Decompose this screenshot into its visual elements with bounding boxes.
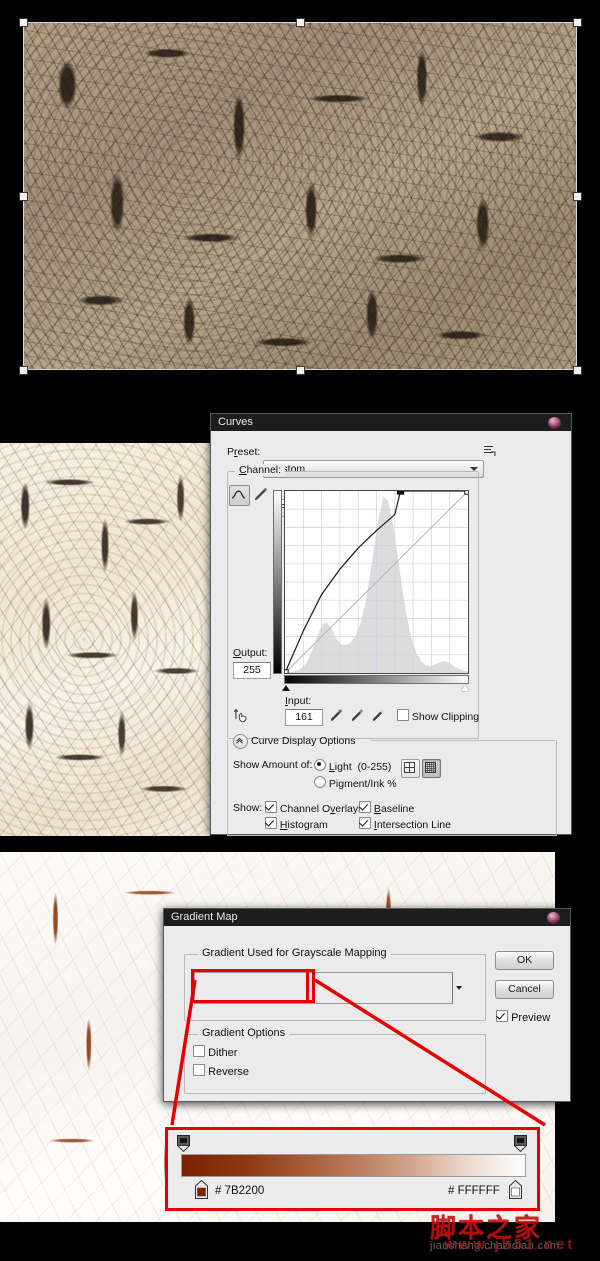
dialog-sphere-icon <box>548 417 561 429</box>
transform-handle-br[interactable] <box>573 366 582 375</box>
input-ramp <box>284 675 469 684</box>
transform-handle-mr[interactable] <box>573 192 582 201</box>
preset-label: Preset: <box>227 446 261 458</box>
show-clipping-box[interactable] <box>397 709 409 721</box>
channel-overlays-label: Channel Overlays <box>279 803 364 815</box>
set-white-point-eyedropper[interactable] <box>370 707 387 724</box>
histogram-box[interactable] <box>265 817 277 829</box>
dialog-sphere-icon <box>547 912 560 924</box>
show-amount-of-label: Show Amount of: <box>233 759 313 771</box>
gradient-picker-dropdown[interactable] <box>452 972 466 1004</box>
transform-bounding-box[interactable] <box>23 22 577 370</box>
transform-handle-ml[interactable] <box>19 192 28 201</box>
input-label: Input: <box>285 695 312 707</box>
gradient-stop-left-color-marker[interactable] <box>194 1179 209 1199</box>
preview-label: Preview <box>511 1012 551 1024</box>
show-clipping-label: Show Clipping <box>411 711 480 723</box>
curve-edit-icon[interactable] <box>229 485 250 506</box>
gradient-stop-right-hex-label: # FFFFFF <box>448 1185 500 1197</box>
gradient-options-label: Gradient Options <box>198 1027 290 1039</box>
transform-handle-bl[interactable] <box>19 366 28 375</box>
target-adjustment-tool-icon[interactable] <box>233 707 251 725</box>
light-radio[interactable]: Light (0-255) <box>314 759 391 773</box>
reverse-checkbox[interactable]: Reverse <box>193 1064 249 1078</box>
grid-quarter-tone-icon[interactable] <box>401 759 420 778</box>
intersection-line-box[interactable] <box>359 817 371 829</box>
show-clipping-checkbox[interactable]: Show Clipping <box>397 709 479 723</box>
gradient-map-dialog[interactable]: Gradient Map Gradient Used for Grayscale… <box>163 908 571 1102</box>
pigment-label: Pigment/Ink % <box>328 778 397 790</box>
set-black-point-eyedropper[interactable] <box>328 707 345 724</box>
light-label: Light (0-255) <box>328 761 392 773</box>
curves-dialog-title: Curves <box>218 416 253 428</box>
dither-box[interactable] <box>193 1045 205 1057</box>
gradient-stop-right-opacity-marker[interactable] <box>513 1135 528 1153</box>
set-gray-point-eyedropper[interactable] <box>349 707 366 724</box>
gradient-stops-callout[interactable]: # 7B2200 # FFFFFF <box>165 1127 540 1211</box>
dither-checkbox[interactable]: Dither <box>193 1045 237 1059</box>
transform-handle-tr[interactable] <box>573 18 582 27</box>
show-label: Show: <box>233 802 263 814</box>
intersection-line-label: Intersection Line <box>373 819 451 831</box>
baseline-box[interactable] <box>359 801 371 813</box>
gradient-map-titlebar[interactable]: Gradient Map <box>164 909 570 926</box>
output-value: 255 <box>243 664 261 676</box>
grid-ten-percent-icon[interactable] <box>422 759 441 778</box>
baseline-label: Baseline <box>373 803 415 815</box>
watermark: 脚本之家 jiaocheng.chazidian.com www.jb51.ne… <box>430 1216 598 1258</box>
histogram-label: Histogram <box>279 819 328 831</box>
transform-handle-tl[interactable] <box>19 18 28 27</box>
step1-canvas <box>0 0 600 400</box>
grayscale-mapping-label: Gradient Used for Grayscale Mapping <box>198 947 391 959</box>
preview-checkbox[interactable]: Preview <box>496 1010 550 1024</box>
dither-label: Dither <box>208 1047 238 1059</box>
transform-handle-bc[interactable] <box>296 366 305 375</box>
watermark-url-primary: www.jb51.net <box>444 1236 576 1253</box>
gradient-preview-highlight-box-full <box>191 969 315 1003</box>
gradient-stop-left-opacity-marker[interactable] <box>176 1135 191 1153</box>
channel-overlays-box[interactable] <box>265 801 277 813</box>
output-field[interactable]: 255 <box>233 662 271 679</box>
curves-graph[interactable] <box>284 490 469 674</box>
gradient-stop-left-hex-label: # 7B2200 <box>215 1185 265 1197</box>
output-label: Output: <box>233 647 268 659</box>
curves-graph-panel <box>273 482 473 691</box>
output-ramp <box>273 490 282 674</box>
cancel-button[interactable]: Cancel <box>495 980 554 999</box>
preset-options-menu-icon[interactable] <box>483 444 496 457</box>
baseline-checkbox[interactable]: Baseline <box>359 801 414 815</box>
black-point-slider[interactable] <box>282 685 290 691</box>
pigment-radio[interactable]: Pigment/Ink % <box>314 776 397 790</box>
gradient-editor-ramp[interactable] <box>181 1154 526 1177</box>
light-radio-button[interactable] <box>314 759 326 771</box>
transform-handle-tc[interactable] <box>296 18 305 27</box>
ok-button[interactable]: OK <box>495 951 554 970</box>
gradient-map-title: Gradient Map <box>171 911 238 923</box>
reverse-label: Reverse <box>208 1066 250 1078</box>
curves-dialog-titlebar[interactable]: Curves <box>211 414 571 431</box>
reverse-box[interactable] <box>193 1064 205 1076</box>
channel-overlays-checkbox[interactable]: Channel Overlays <box>265 801 363 815</box>
histogram-checkbox[interactable]: Histogram <box>265 817 328 831</box>
channel-label: Channel: <box>235 464 286 476</box>
preview-box[interactable] <box>496 1010 508 1022</box>
pencil-draw-icon[interactable] <box>251 485 270 504</box>
pigment-radio-button[interactable] <box>314 776 326 788</box>
white-point-slider[interactable] <box>461 685 469 691</box>
input-value: 161 <box>295 711 313 723</box>
input-field[interactable]: 161 <box>285 709 323 726</box>
intersection-line-checkbox[interactable]: Intersection Line <box>359 817 451 831</box>
gradient-stop-right-color-marker[interactable] <box>508 1179 523 1199</box>
curves-dialog[interactable]: Curves Preset: Custom Channel: RGB <box>210 413 572 836</box>
lightened-texture-after-curves <box>0 443 210 836</box>
